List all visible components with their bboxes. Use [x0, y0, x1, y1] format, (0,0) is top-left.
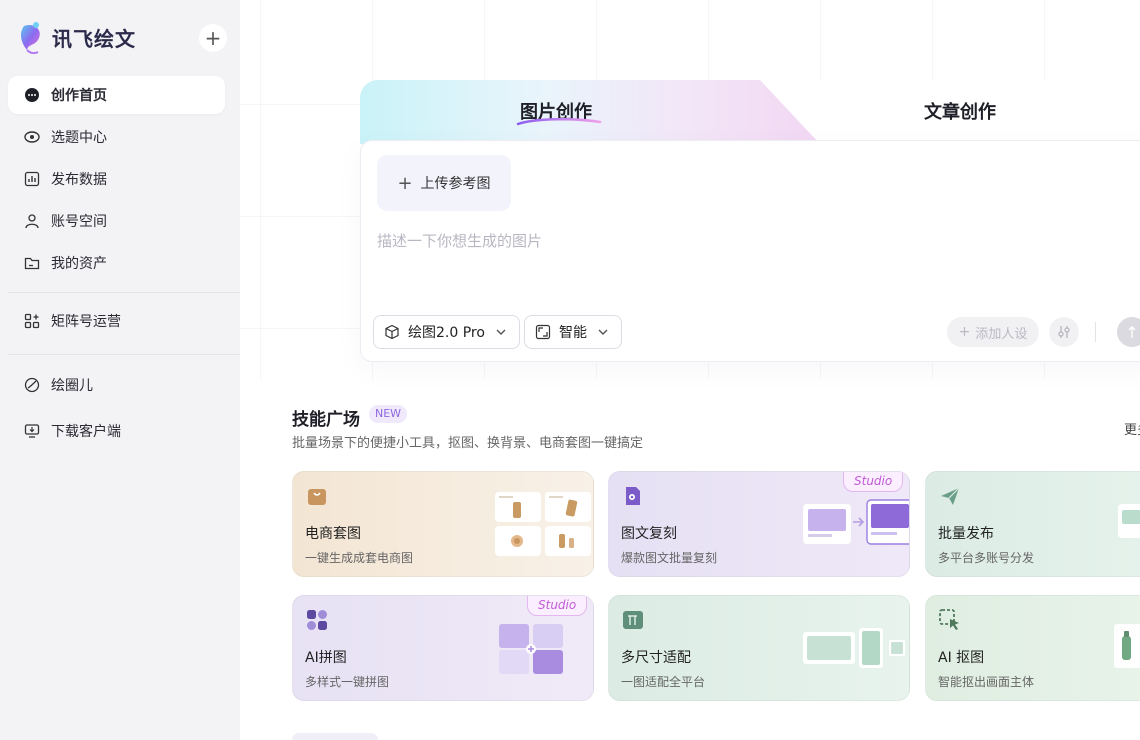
user-icon — [23, 212, 41, 230]
new-chat-button[interactable]: + — [199, 24, 227, 52]
more-link[interactable]: 更多 — [1124, 419, 1140, 438]
sidebar-item-download-client[interactable]: 下载客户端 — [8, 412, 225, 450]
new-badge: NEW — [369, 405, 408, 423]
card-title: 图文复刻 — [621, 526, 677, 542]
ratio-label: 智能 — [559, 325, 587, 341]
publish-illustration — [1118, 504, 1140, 538]
aspect-ratio-icon — [535, 324, 551, 340]
chevron-down-icon — [496, 329, 506, 335]
brand[interactable]: 讯飞绘文 — [18, 20, 136, 54]
card-title: 多尺寸适配 — [621, 650, 691, 666]
folder-icon — [23, 254, 41, 272]
card-desc: 多平台多账号分发 — [938, 551, 1035, 565]
sidebar-item-label: 绘圈儿 — [51, 378, 93, 394]
eye-target-icon — [23, 128, 41, 146]
sliders-icon — [1058, 326, 1070, 338]
ratio-select[interactable]: 智能 — [524, 315, 622, 349]
card-desc: 爆款图文批量复刻 — [621, 551, 718, 565]
sidebar-item-label: 矩阵号运营 — [51, 314, 121, 330]
sidebar-divider — [8, 354, 240, 355]
sidebar: 讯飞绘文 + 创作首页 选题中心 发布数据 账号空间 我的资产 矩阵号运营 绘圈… — [0, 0, 240, 740]
creator-panel: 图片创作 文章创作 + 上传参考图 绘图2.0 Pro 智能 + — [360, 80, 1140, 362]
chevron-down-icon — [598, 329, 608, 335]
document-sparkle-icon — [626, 487, 640, 505]
sidebar-item-accounts[interactable]: 账号空间 — [8, 202, 225, 240]
toolbar-divider — [1095, 322, 1096, 342]
card-desc: 智能抠出画面主体 — [938, 675, 1035, 689]
prompt-panel: + 上传参考图 绘图2.0 Pro 智能 + 添加人设 — [360, 140, 1140, 362]
card-desc: 一图适配全平台 — [621, 675, 706, 689]
studio-tag: Studio — [527, 596, 588, 616]
card-desc: 多样式一键拼图 — [305, 675, 390, 689]
sidebar-item-label: 发布数据 — [51, 172, 107, 188]
skill-card-replicate[interactable]: 图文复刻 爆款图文批量复刻 Studio — [608, 471, 910, 577]
sidebar-item-matrix[interactable]: 矩阵号运营 — [8, 302, 225, 340]
select-cursor-icon — [939, 609, 959, 630]
monitor-download-icon — [23, 422, 41, 440]
skill-card-multi-size[interactable]: 多尺寸适配 一图适配全平台 — [608, 595, 910, 701]
prompt-input[interactable] — [377, 227, 1077, 255]
arrow-up-icon: ↑ — [1125, 322, 1139, 342]
shopping-bag-icon — [308, 489, 326, 505]
sidebar-nav-main: 创作首页 选题中心 发布数据 账号空间 我的资产 — [8, 76, 225, 286]
replicate-illustration — [803, 499, 909, 545]
paper-plane-icon — [941, 487, 960, 505]
card-title: AI 抠图 — [938, 650, 985, 666]
cutout-illustration — [1114, 624, 1140, 668]
sidebar-item-home[interactable]: 创作首页 — [8, 76, 225, 114]
grid-plus-icon — [23, 312, 41, 330]
studio-tag: Studio — [843, 472, 904, 492]
sidebar-item-label: 创作首页 — [51, 88, 107, 104]
sidebar-item-topics[interactable]: 选题中心 — [8, 118, 225, 156]
skill-card-cutout[interactable]: AI 抠图 智能抠出画面主体 — [925, 595, 1140, 701]
card-title: 批量发布 — [938, 526, 994, 542]
resize-icon — [623, 611, 643, 629]
brand-name: 讯飞绘文 — [52, 26, 136, 51]
next-section-hint — [292, 733, 378, 740]
sidebar-item-assets[interactable]: 我的资产 — [8, 244, 225, 282]
model-select[interactable]: 绘图2.0 Pro — [373, 315, 520, 349]
model-label: 绘图2.0 Pro — [408, 325, 485, 341]
plus-icon: + — [958, 324, 971, 340]
upload-label: 上传参考图 — [420, 176, 491, 192]
sidebar-divider — [8, 292, 240, 293]
product-collage-illustration — [495, 492, 591, 556]
four-squares-icon — [307, 610, 327, 630]
plus-icon: + — [397, 172, 413, 194]
sidebar-item-community[interactable]: 绘圈儿 — [8, 366, 225, 404]
send-button[interactable]: ↑ — [1117, 317, 1140, 347]
upload-reference-button[interactable]: + 上传参考图 — [377, 155, 511, 211]
card-title: AI拼图 — [305, 650, 347, 666]
settings-sliders-button[interactable] — [1049, 317, 1079, 347]
add-persona-button[interactable]: + 添加人设 — [947, 317, 1039, 347]
collage-illustration — [499, 624, 563, 674]
sidebar-nav-extra: 绘圈儿 下载客户端 — [8, 366, 225, 454]
skill-card-batch-publish[interactable]: 批量发布 多平台多账号分发 — [925, 471, 1140, 577]
skill-card-ecommerce[interactable]: 电商套图 一键生成成套电商图 — [292, 471, 594, 577]
sidebar-item-label: 我的资产 — [51, 256, 107, 272]
skill-card-collage[interactable]: AI拼图 多样式一键拼图 Studio — [292, 595, 594, 701]
card-title: 电商套图 — [305, 526, 361, 542]
main-content: 图片创作 文章创作 + 上传参考图 绘图2.0 Pro 智能 + — [240, 0, 1140, 740]
tab-article-creation[interactable]: 文章创作 — [924, 98, 996, 124]
brand-logo-icon — [20, 22, 40, 54]
tab-underline-icon — [516, 118, 602, 126]
sidebar-item-label: 选题中心 — [51, 130, 107, 146]
sidebar-item-publish-data[interactable]: 发布数据 — [8, 160, 225, 198]
multi-size-illustration — [803, 628, 905, 668]
circle-leaf-icon — [23, 376, 41, 394]
cube-icon — [385, 324, 399, 340]
chat-bubble-icon — [23, 86, 41, 104]
sidebar-nav-matrix: 矩阵号运营 — [8, 302, 225, 344]
persona-label: 添加人设 — [975, 326, 1028, 342]
sidebar-item-label: 下载客户端 — [51, 424, 121, 440]
card-desc: 一键生成成套电商图 — [305, 551, 414, 565]
bar-chart-icon — [23, 170, 41, 188]
skills-subtitle: 批量场景下的便捷小工具，抠图、换背景、电商套图一键搞定 — [292, 436, 644, 451]
sidebar-item-label: 账号空间 — [51, 214, 107, 230]
skills-title: 技能广场 — [292, 410, 360, 430]
